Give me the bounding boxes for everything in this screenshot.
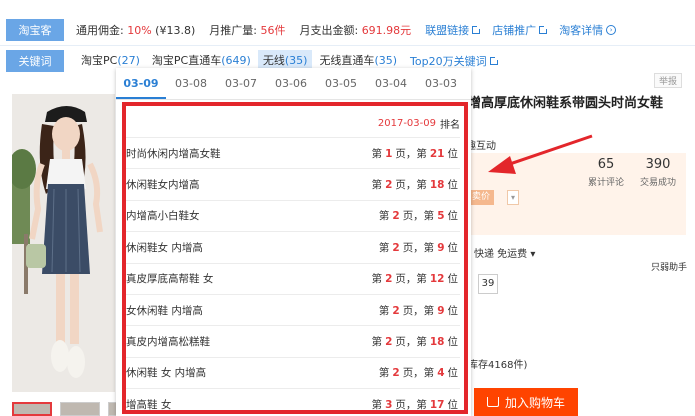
deals-stat[interactable]: 390 交易成功 (640, 157, 676, 188)
keyword-tag: 关键词 (6, 49, 64, 72)
delivery-info[interactable]: 快递 免运费 ▾ (474, 245, 535, 260)
keyword-tab-label: 无线直通车 (319, 53, 375, 67)
taoke-bar: 淘宝客 通用佣金: 10% (¥13.8) 月推广量: 56件 月支出金额: 6… (0, 15, 695, 45)
external-link-icon (489, 55, 499, 65)
taoke-detail-link[interactable]: 淘客详情 › (559, 22, 617, 38)
keyword-tab-count: (35) (284, 53, 308, 67)
commission-amount: (¥13.8) (155, 24, 196, 37)
taoke-tag: 淘宝客 (6, 19, 64, 41)
thumbnail[interactable] (12, 402, 52, 416)
monthly-pay: 月支出金额: 691.98元 (299, 22, 411, 38)
stock-label: 库存4168件) (468, 360, 528, 371)
monthly-promo-label: 月推广量: (209, 24, 257, 37)
keyword-tab-label: 淘宝PC直通车 (151, 53, 222, 67)
date-tab[interactable]: 03-06 (266, 68, 316, 99)
product-main-image[interactable] (12, 94, 115, 392)
commission-value: 10% (127, 24, 152, 37)
ranking-popup: 03-09 03-08 03-07 03-06 03-05 03-04 03-0… (116, 68, 471, 416)
add-to-cart-label: 加入购物车 (504, 395, 565, 410)
date-tab[interactable]: 03-03 (416, 68, 466, 99)
top-keywords-label: Top20万关键词 (410, 54, 487, 68)
arrow-circle-icon: › (606, 25, 617, 35)
quantity-input[interactable]: 39 (478, 274, 498, 294)
date-tabs: 03-09 03-08 03-07 03-06 03-05 03-04 03-0… (116, 68, 471, 100)
deals-label: 交易成功 (640, 178, 677, 188)
highlight-frame (122, 102, 468, 414)
add-to-cart-button[interactable]: 加入购物车 (474, 388, 578, 416)
date-tab[interactable]: 03-09 (116, 68, 166, 99)
shop-promo-link-label: 店铺推广 (492, 24, 537, 37)
chevron-down-icon[interactable]: ▾ (507, 190, 519, 205)
date-tab[interactable]: 03-07 (216, 68, 266, 99)
date-tab[interactable]: 03-08 (166, 68, 216, 99)
keyword-tab-count: (27) (117, 53, 140, 67)
keyword-tab-label: 无线 (262, 53, 285, 67)
keyword-tab-count: (35) (374, 53, 398, 67)
monthly-promo-value: 56件 (260, 24, 286, 37)
monthly-promo: 月推广量: 56件 (209, 22, 285, 38)
commission-label: 通用佣金: (76, 24, 124, 37)
helper-label: 只弱助手 (651, 263, 688, 273)
external-link-icon (539, 25, 549, 34)
shop-promo-link[interactable]: 店铺推广 (492, 22, 549, 38)
delivery-label: 快递 免运费 (474, 249, 528, 260)
external-link-icon (472, 25, 482, 34)
alliance-link-label: 联盟链接 (425, 24, 470, 37)
taoke-detail-link-label: 淘客详情 (559, 24, 604, 37)
keyword-tab-label: 淘宝PC (81, 53, 118, 67)
date-tab[interactable]: 03-04 (366, 68, 416, 99)
report-button[interactable]: 举报 (654, 73, 683, 88)
chevron-down-icon: ▾ (530, 249, 536, 260)
model-photo (12, 94, 115, 392)
alliance-link[interactable]: 联盟链接 (425, 22, 482, 38)
top-keywords-link[interactable]: Top20万关键词 (410, 53, 499, 69)
monthly-pay-value: 691.98元 (361, 24, 412, 37)
product-title: 增高厚底休闲鞋系带圆头时尚女鞋 (468, 96, 664, 111)
deals-value: 390 (645, 157, 671, 172)
price-button[interactable]: 卖价 (468, 190, 495, 205)
thumbnail[interactable] (60, 402, 100, 416)
monthly-pay-label: 月支出金额: (299, 24, 359, 37)
date-tab[interactable]: 03-05 (316, 68, 366, 99)
keyword-tab-count: (649) (221, 53, 251, 67)
cart-icon (486, 397, 499, 407)
commission: 通用佣金: 10% (¥13.8) (76, 22, 195, 38)
annotation-arrow-icon (488, 134, 593, 174)
